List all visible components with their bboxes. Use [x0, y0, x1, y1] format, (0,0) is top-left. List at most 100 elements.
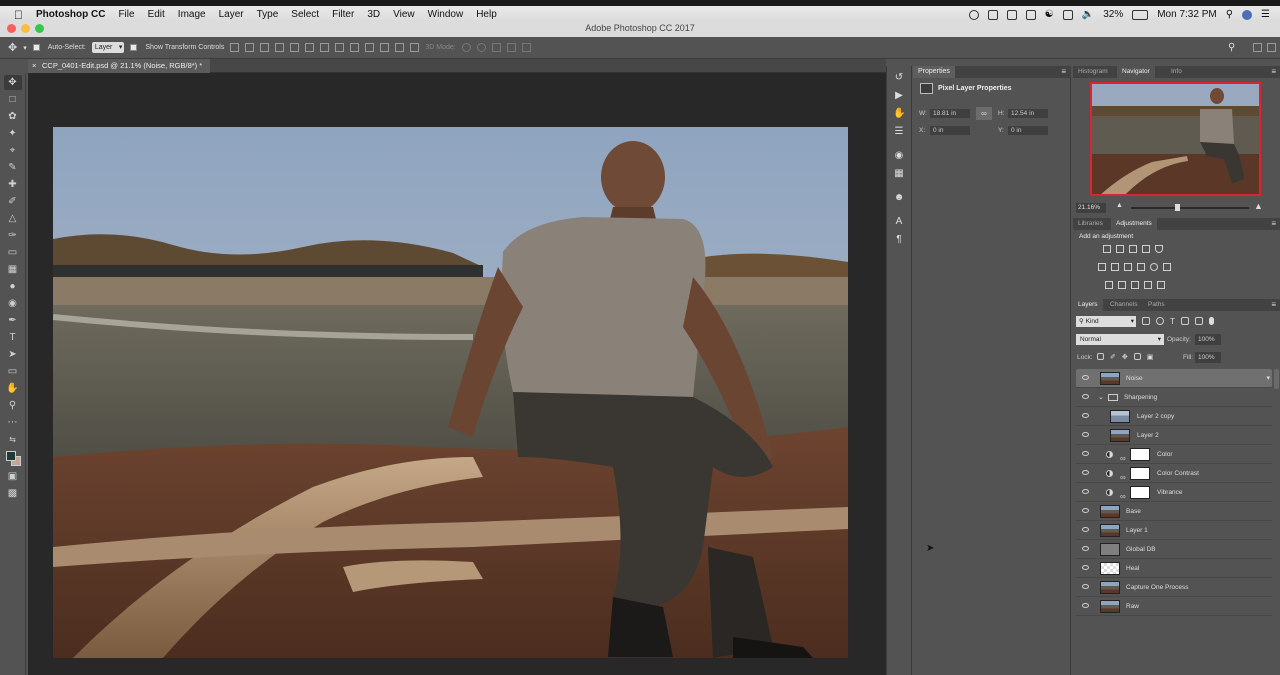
document-tab[interactable]: × CCP_0401-Edit.psd @ 21.1% (Noise, RGB/…	[28, 59, 211, 73]
eyedropper-tool-icon[interactable]: ✎	[4, 160, 22, 175]
y-field[interactable]: 0 in	[1008, 126, 1048, 135]
blur-tool-icon[interactable]: ●	[4, 279, 22, 294]
visibility-eye-icon[interactable]	[1082, 546, 1089, 551]
color-icon[interactable]: ◉	[893, 150, 905, 162]
display-icon[interactable]	[1025, 10, 1036, 20]
move-tool-icon[interactable]: ✥	[3, 75, 22, 90]
filter-smart-object-icon[interactable]	[1194, 317, 1203, 325]
width-field[interactable]: 18.81 in	[930, 109, 970, 118]
auto-select-dropdown[interactable]: Layer	[91, 42, 125, 53]
slider-handle[interactable]	[1175, 204, 1180, 211]
foreground-color-swatch[interactable]	[5, 451, 16, 461]
record-icon[interactable]	[968, 10, 979, 20]
3d-orbit-icon[interactable]	[461, 43, 471, 52]
visibility-eye-icon[interactable]	[1082, 565, 1089, 570]
auto-select-checkbox[interactable]	[32, 44, 40, 51]
tab-histogram[interactable]: Histogram	[1073, 66, 1113, 78]
history-brush-tool-icon[interactable]: ✑	[4, 228, 22, 243]
navigator-thumbnail[interactable]	[1090, 82, 1261, 196]
lock-artboard-icon[interactable]	[1133, 353, 1141, 360]
swap-colors-icon[interactable]: ⇆	[4, 432, 22, 447]
blend-mode-dropdown[interactable]: Normal ▾	[1076, 334, 1164, 345]
paragraph-icon[interactable]: ¶	[893, 234, 905, 246]
healing-brush-tool-icon[interactable]: ✚	[4, 177, 22, 192]
curves-icon[interactable]	[1129, 245, 1137, 253]
distribute-hcenter-icon[interactable]	[380, 43, 390, 52]
character-icon[interactable]: A	[893, 216, 905, 228]
distribute-right-icon[interactable]	[395, 43, 405, 52]
layer-row-noise[interactable]: Noise	[1076, 369, 1272, 388]
layer-row-layer-2-copy[interactable]: Layer 2 copy	[1076, 407, 1272, 426]
vibrance-icon[interactable]	[1155, 245, 1163, 253]
posterize-icon[interactable]	[1118, 281, 1126, 289]
exposure-icon[interactable]	[1142, 245, 1150, 253]
magic-wand-tool-icon[interactable]: ✦	[4, 126, 22, 141]
brush-settings-icon[interactable]: ☻	[893, 192, 905, 204]
screen-mode-icon[interactable]: ▩	[4, 486, 22, 501]
zoom-out-icon[interactable]: ▲	[1116, 202, 1123, 209]
align-hcenter-icon[interactable]	[290, 43, 300, 52]
lasso-tool-icon[interactable]: ✿	[4, 109, 22, 124]
layer-mask-thumbnail[interactable]	[1130, 467, 1150, 480]
marquee-tool-icon[interactable]: □	[4, 92, 22, 107]
3d-scale-icon[interactable]	[521, 43, 531, 52]
layer-row-layer-2[interactable]: Layer 2	[1076, 426, 1272, 445]
link-dimensions-icon[interactable]: ∞	[976, 107, 992, 120]
3d-roll-icon[interactable]	[476, 43, 486, 52]
tab-layers[interactable]: Layers	[1073, 299, 1103, 311]
properties-tab[interactable]: Properties	[913, 66, 955, 78]
workspace-icon[interactable]	[1253, 43, 1262, 52]
rectangle-tool-icon[interactable]: ▭	[4, 364, 22, 379]
filter-type-icon[interactable]: T	[1170, 317, 1175, 326]
properties-icon[interactable]: ☰	[893, 126, 905, 138]
actions-icon[interactable]: ▶	[893, 90, 905, 102]
zoom-window-button[interactable]	[35, 24, 44, 33]
pen-tool-icon[interactable]: ✒	[4, 313, 22, 328]
crop-tool-icon[interactable]: ⌖	[4, 143, 22, 158]
layer-row-vibrance[interactable]: ∞ Vibrance	[1076, 483, 1272, 502]
filter-shape-icon[interactable]	[1180, 317, 1189, 325]
canvas-area[interactable]	[28, 73, 886, 675]
visibility-eye-icon[interactable]	[1082, 394, 1089, 399]
chevron-down-icon[interactable]: ▾	[23, 44, 27, 52]
visibility-eye-icon[interactable]	[1082, 508, 1089, 513]
color-balance-icon[interactable]	[1111, 263, 1119, 271]
layer-filter-dropdown[interactable]: ⚲ Kind ▾	[1076, 316, 1136, 327]
gradient-map-icon[interactable]	[1157, 281, 1165, 289]
x-field[interactable]: 0 in	[930, 126, 970, 135]
share-icon[interactable]	[1267, 43, 1276, 52]
align-top-icon[interactable]	[230, 43, 240, 52]
tab-paths[interactable]: Paths	[1143, 299, 1170, 311]
lock-all-icon[interactable]: ▣	[1147, 353, 1154, 361]
show-transform-checkbox[interactable]	[130, 44, 138, 51]
layer-row-layer-1[interactable]: Layer 1	[1076, 521, 1272, 540]
tab-adjustments[interactable]: Adjustments	[1111, 218, 1157, 230]
history-icon[interactable]: ↺	[893, 72, 905, 84]
align-vcenter-icon[interactable]	[245, 43, 255, 52]
auto-align-icon[interactable]	[410, 43, 420, 52]
filter-pixel-icon[interactable]	[1142, 317, 1150, 325]
visibility-eye-icon[interactable]	[1082, 451, 1089, 456]
visibility-eye-icon[interactable]	[1082, 489, 1089, 494]
layer-mask-thumbnail[interactable]	[1130, 448, 1150, 461]
layer-row-sharpening[interactable]: ⌄ Sharpening	[1076, 388, 1272, 407]
user-avatar-icon[interactable]	[1242, 10, 1253, 20]
brush-tool-icon[interactable]: ✐	[4, 194, 22, 209]
zoom-tool-icon[interactable]: ⚲	[4, 398, 22, 413]
photo-filter-icon[interactable]	[1137, 263, 1145, 271]
type-tool-icon[interactable]: T	[4, 330, 22, 345]
gradient-tool-icon[interactable]: ▦	[4, 262, 22, 277]
battery-icon[interactable]	[1132, 10, 1149, 20]
color-lookup-icon[interactable]	[1163, 263, 1171, 271]
visibility-eye-icon[interactable]	[1082, 470, 1089, 475]
threshold-icon[interactable]	[1131, 281, 1139, 289]
close-window-button[interactable]	[7, 24, 16, 33]
distribute-left-icon[interactable]	[365, 43, 375, 52]
screen-icon[interactable]	[1006, 10, 1017, 20]
visibility-eye-icon[interactable]	[1082, 584, 1089, 589]
navigator-zoom-slider[interactable]	[1131, 204, 1249, 211]
levels-icon[interactable]	[1116, 245, 1124, 253]
filter-adjustment-icon[interactable]	[1156, 317, 1164, 325]
tab-channels[interactable]: Channels	[1105, 299, 1142, 311]
search-icon[interactable]: ⚲	[1228, 42, 1235, 53]
